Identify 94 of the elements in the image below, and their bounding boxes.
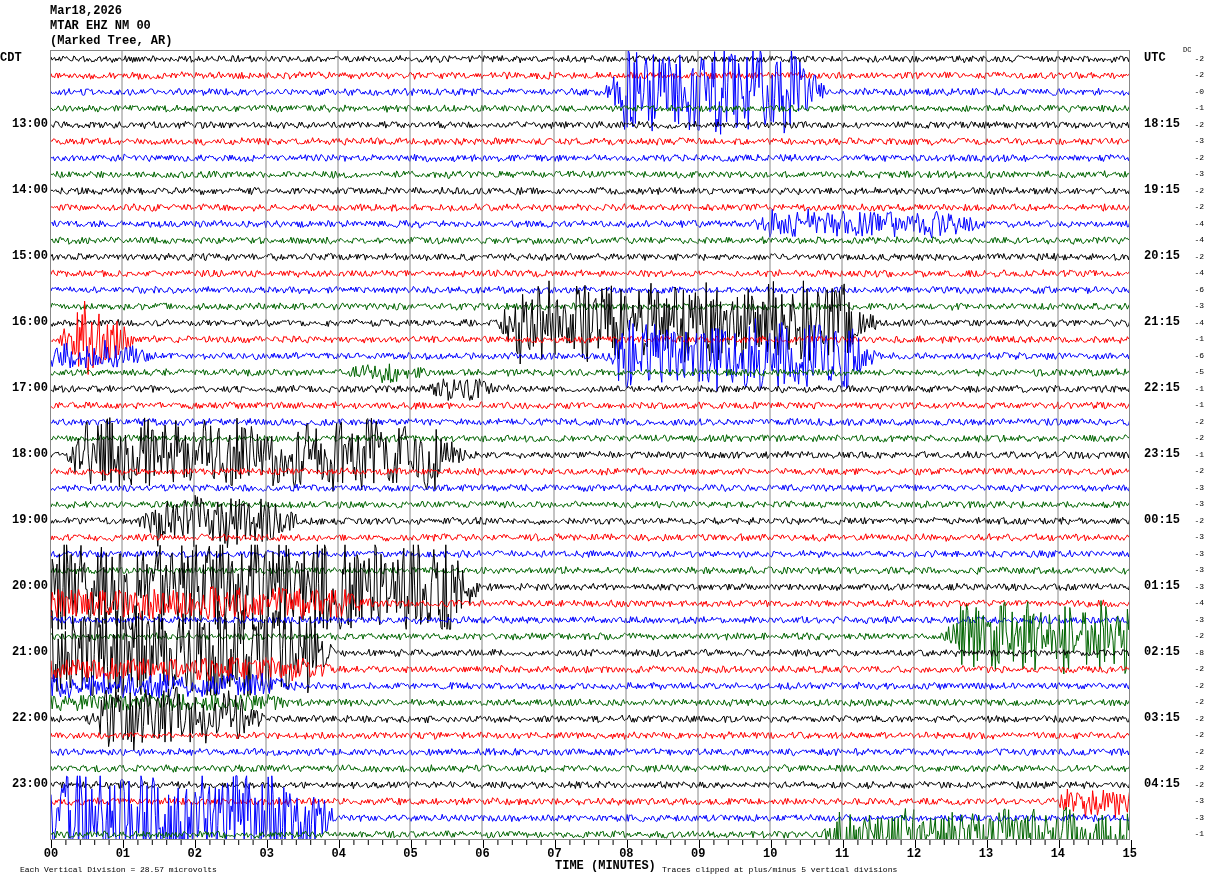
- dc-offset-value: -1: [1194, 449, 1204, 459]
- minute-tick-label: 04: [330, 848, 347, 861]
- dc-offset-value: -1: [1194, 383, 1204, 393]
- dc-offset-value: -8: [1194, 647, 1204, 657]
- minute-tick-label: 02: [186, 848, 203, 861]
- hour-label: 13:00: [12, 117, 48, 131]
- minute-tick-label: 09: [690, 848, 707, 861]
- hour-label: 15:00: [12, 249, 48, 263]
- dc-offset-value: -0: [1194, 86, 1204, 96]
- dc-offset-value: -6: [1194, 284, 1204, 294]
- hour-label: 23:15: [1144, 447, 1180, 461]
- dc-offset-value: -4: [1194, 598, 1204, 608]
- dc-offset-value: -2: [1194, 152, 1204, 162]
- dc-offset-value: -2: [1194, 631, 1204, 641]
- hour-label: 21:15: [1144, 315, 1180, 329]
- dc-offset-value: -1: [1194, 103, 1204, 113]
- dc-offset-value: -1: [1194, 829, 1204, 839]
- dc-offset-value: -3: [1194, 482, 1204, 492]
- location-label: (Marked Tree, AR): [50, 34, 173, 49]
- hour-label: 16:00: [12, 315, 48, 329]
- dc-offset-value: -2: [1194, 251, 1204, 261]
- minute-tick-label: 00: [42, 848, 60, 861]
- hour-label: 22:00: [12, 711, 48, 725]
- hour-label: 00:15: [1144, 513, 1180, 527]
- dc-offset-value: -2: [1194, 416, 1204, 426]
- clip-note: Traces clipped at plus/minus 5 vertical divisions: [662, 865, 899, 875]
- dc-offset-value: -1: [1194, 400, 1204, 410]
- minute-tick-label: 03: [258, 848, 275, 861]
- dc-offset-value: -3: [1194, 169, 1204, 179]
- hour-label: 20:00: [12, 579, 48, 593]
- hour-label: 20:15: [1144, 249, 1180, 263]
- dc-offset-value: -2: [1194, 779, 1204, 789]
- minute-tick-label: 14: [1049, 848, 1067, 861]
- dc-offset-value: -4: [1194, 235, 1204, 245]
- dc-offset-value: -3: [1194, 614, 1204, 624]
- date-label: Mar18,2026: [50, 4, 122, 19]
- dc-offset-value: -2: [1194, 433, 1204, 443]
- timezone-label: CDT: [0, 51, 22, 65]
- station-label: MTAR EHZ NM 00: [50, 19, 151, 34]
- dc-offset-value: -2: [1194, 763, 1204, 773]
- minute-tick-label: 08: [619, 848, 634, 861]
- hour-label: 04:15: [1144, 777, 1180, 791]
- dc-offset-value: -2: [1194, 185, 1204, 195]
- hour-label: 03:15: [1144, 711, 1180, 725]
- dc-offset-value: -2: [1194, 202, 1204, 212]
- dc-offset-value: -3: [1194, 499, 1204, 509]
- minute-tick-label: 12: [905, 848, 923, 861]
- minute-tick-label: 10: [761, 848, 779, 861]
- hour-label: 01:15: [1144, 579, 1180, 593]
- minute-tick-label: 05: [402, 848, 419, 861]
- minute-tick-label: 15: [1121, 848, 1138, 861]
- hour-label: 19:15: [1144, 183, 1180, 197]
- minute-tick-label: 13: [977, 848, 995, 861]
- dc-offset-value: -3: [1194, 532, 1204, 542]
- timezone-label: UTC: [1144, 51, 1166, 65]
- dc-offset-value: -4: [1194, 218, 1204, 228]
- scale-note: Each Vertical Division = 28.57 microvolts: [20, 865, 218, 875]
- dc-offset-value: -2: [1194, 466, 1204, 476]
- hour-label: 23:00: [12, 777, 48, 791]
- minute-tick-label: 06: [474, 848, 491, 861]
- hour-label: 19:00: [12, 513, 48, 527]
- minute-tick-label: 11: [833, 848, 851, 861]
- dc-offset-value: -4: [1194, 268, 1204, 278]
- dc-offset-value: -2: [1194, 53, 1204, 63]
- hour-label: 22:15: [1144, 381, 1180, 395]
- dc-offset-value: -5: [1194, 367, 1204, 377]
- dc-offset-value: -1: [1194, 334, 1204, 344]
- dc-offset-value: -2: [1194, 730, 1204, 740]
- hour-label: 17:00: [12, 381, 48, 395]
- dc-offset-value: -4: [1194, 317, 1204, 327]
- dc-offset-value: -2: [1194, 515, 1204, 525]
- hour-label: 18:15: [1144, 117, 1180, 131]
- dc-offset-value: -2: [1194, 713, 1204, 723]
- dc-offset-value: -3: [1194, 301, 1204, 311]
- minute-tick-label: 07: [546, 848, 562, 861]
- dc-offset-value: -2: [1194, 697, 1204, 707]
- dc-offset-value: -3: [1194, 812, 1204, 822]
- dc-offset-value: -2: [1194, 680, 1204, 690]
- hour-label: 02:15: [1144, 645, 1180, 659]
- dc-offset-value: -2: [1194, 664, 1204, 674]
- minute-tick-label: 01: [114, 848, 132, 861]
- dc-offset-value: -3: [1194, 548, 1204, 558]
- dc-offset-value: -3: [1194, 796, 1204, 806]
- hour-label: 18:00: [12, 447, 48, 461]
- dc-offset-value: -2: [1194, 70, 1204, 80]
- hour-label: 14:00: [12, 183, 48, 197]
- dc-offset-value: -2: [1194, 119, 1204, 129]
- axis-title: TIME (MINUTES): [555, 860, 657, 873]
- dc-offset-value: -3: [1194, 565, 1204, 575]
- hour-label: 21:00: [12, 645, 48, 659]
- dc-offset-value: -2: [1194, 746, 1204, 756]
- dc-offset-value: -3: [1194, 581, 1204, 591]
- dc-offset-value: -6: [1194, 350, 1204, 360]
- dc-offset-value: -3: [1194, 136, 1204, 146]
